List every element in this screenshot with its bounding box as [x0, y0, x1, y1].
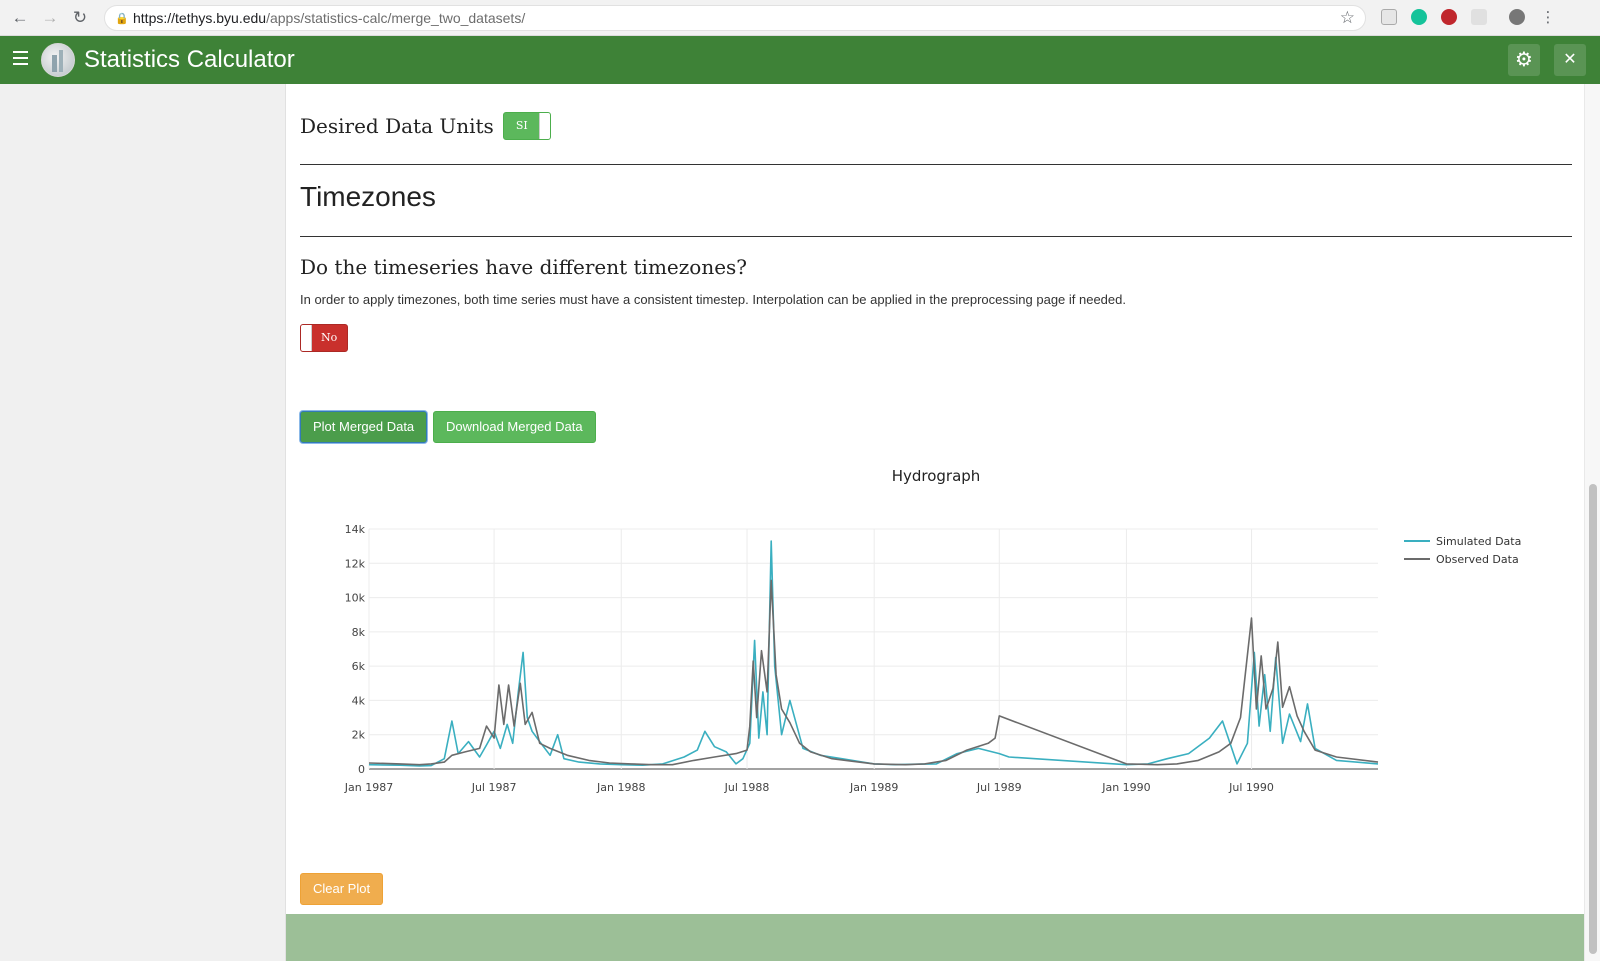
- y-tick-label: 8k: [352, 626, 366, 639]
- units-toggle-value: SI: [515, 119, 528, 132]
- back-arrow-icon[interactable]: ←: [10, 8, 30, 28]
- y-tick-label: 10k: [345, 592, 366, 605]
- app-sidebar: [0, 84, 286, 961]
- url-text[interactable]: https://tethys.byu.edu/apps/statistics-c…: [133, 10, 525, 27]
- y-tick-label: 6k: [352, 660, 366, 673]
- app-logo[interactable]: [41, 43, 75, 77]
- toggle-knob: [301, 325, 312, 351]
- series-line-simulated[interactable]: [368, 540, 1379, 767]
- profile-avatar-icon[interactable]: [1509, 9, 1525, 25]
- settings-gear-icon[interactable]: ⚙: [1508, 44, 1540, 76]
- download-merged-data-button[interactable]: Download Merged Data: [433, 411, 596, 443]
- timezones-toggle[interactable]: No: [300, 324, 348, 352]
- divider: [300, 236, 1572, 237]
- x-tick-label: Jul 1987: [471, 781, 517, 794]
- bookmark-star-icon[interactable]: ☆: [1340, 8, 1355, 28]
- grammarly-extension-icon[interactable]: [1411, 9, 1427, 25]
- document-extension-icon[interactable]: [1381, 9, 1397, 25]
- timezones-help-text: In order to apply timezones, both time s…: [300, 292, 1126, 307]
- app-header: Statistics Calculator ⚙ ✕: [0, 36, 1600, 84]
- x-tick-label: Jul 1989: [976, 781, 1022, 794]
- divider: [300, 164, 1572, 165]
- units-row: Desired Data Units SI: [300, 112, 551, 140]
- clear-plot-button[interactable]: Clear Plot: [300, 873, 384, 905]
- x-tick-label: Jan 1989: [849, 781, 898, 794]
- lock-icon: 🔒: [115, 13, 129, 25]
- app-title[interactable]: Statistics Calculator: [84, 45, 295, 75]
- reload-icon[interactable]: ↻: [70, 8, 90, 28]
- hamburger-menu-icon[interactable]: [13, 51, 28, 65]
- y-tick-label: 0: [358, 763, 365, 776]
- browser-toolbar: ← → ↻ 🔒 https://tethys.byu.edu/apps/stat…: [0, 0, 1600, 36]
- page-footer: [286, 914, 1584, 961]
- forward-arrow-icon[interactable]: →: [40, 8, 60, 28]
- units-toggle[interactable]: SI: [502, 112, 551, 140]
- timezones-question: Do the timeseries have different timezon…: [300, 255, 748, 279]
- y-tick-label: 12k: [345, 557, 366, 570]
- hydrograph-chart[interactable]: Hydrograph 0 2k 4k 6k 8k 10k 12k 14k Jan 1987 Jul…: [300, 470, 1572, 800]
- x-tick-label: Jan 1987: [344, 781, 393, 794]
- close-icon[interactable]: ✕: [1554, 44, 1586, 76]
- legend-label[interactable]: Observed Data: [1436, 553, 1519, 566]
- x-tick-label: Jul 1988: [724, 781, 770, 794]
- chart-title: Hydrograph: [892, 470, 981, 485]
- extension-icon[interactable]: [1471, 9, 1487, 25]
- adblock-extension-icon[interactable]: [1441, 9, 1457, 25]
- units-label: Desired Data Units: [300, 114, 494, 138]
- scrollbar[interactable]: [1584, 84, 1600, 961]
- x-tick-label: Jul 1990: [1228, 781, 1274, 794]
- legend-label[interactable]: Simulated Data: [1436, 535, 1521, 548]
- address-bar[interactable]: 🔒 https://tethys.byu.edu/apps/statistics…: [104, 5, 1366, 31]
- toggle-knob: [538, 113, 550, 139]
- x-tick-label: Jan 1990: [1101, 781, 1150, 794]
- y-tick-label: 4k: [352, 694, 366, 707]
- x-tick-label: Jan 1988: [596, 781, 645, 794]
- y-tick-label: 2k: [352, 729, 366, 742]
- browser-menu-icon[interactable]: ⋮: [1538, 8, 1558, 28]
- scrollbar-thumb[interactable]: [1589, 484, 1597, 954]
- timezones-heading: Timezones: [300, 181, 436, 212]
- plot-merged-data-button[interactable]: Plot Merged Data: [300, 411, 428, 443]
- timezones-toggle-value: No: [321, 331, 338, 344]
- y-tick-label: 14k: [345, 523, 366, 536]
